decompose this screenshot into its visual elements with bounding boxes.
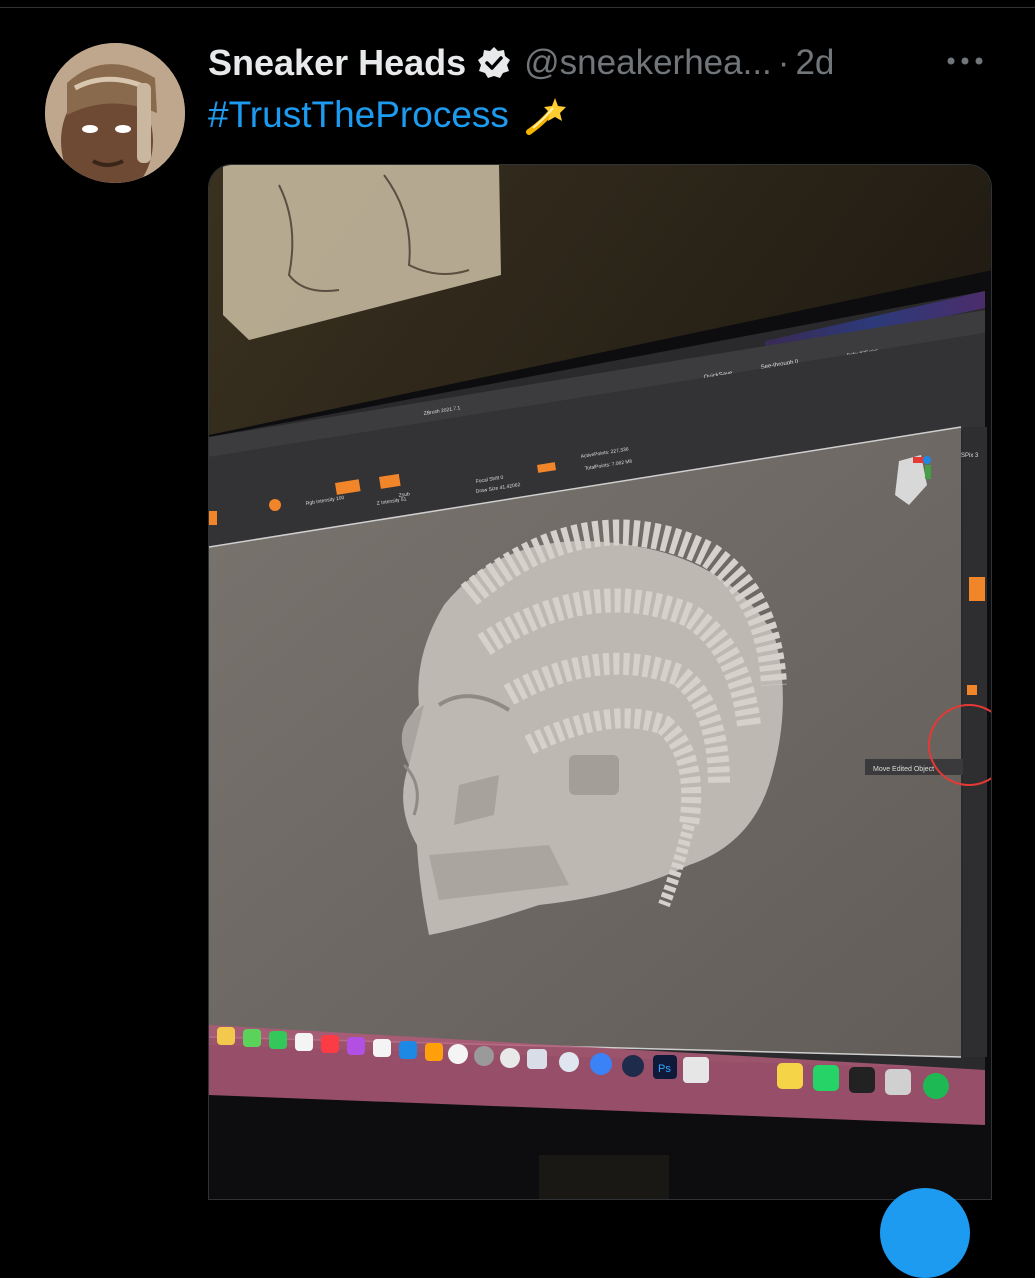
tweet-header: Sneaker Heads @sneakerhea... · 2d xyxy=(208,38,834,88)
draw-brush-icon[interactable] xyxy=(269,499,281,511)
dock-zbrush-icon[interactable] xyxy=(683,1057,709,1083)
monitor-screen: ZBrush 2021.7.1 Edit File Layer Light Ma… xyxy=(209,291,991,1125)
dock-facetime-icon[interactable] xyxy=(269,1031,287,1049)
right-tool-button-2[interactable] xyxy=(967,685,977,695)
separator-dot: · xyxy=(777,43,790,82)
dock-chrome-icon[interactable] xyxy=(448,1044,468,1064)
timestamp[interactable]: 2d xyxy=(795,43,834,83)
dock-photos-icon[interactable] xyxy=(217,1027,235,1045)
dock-preview-icon[interactable] xyxy=(527,1049,547,1069)
hashtag-link[interactable]: #TrustTheProcess xyxy=(208,94,509,136)
dock-calendar-icon[interactable] xyxy=(295,1033,313,1051)
dock-messages-icon[interactable] xyxy=(243,1029,261,1047)
dock-appstore-icon[interactable] xyxy=(399,1041,417,1059)
dock-shazam-icon[interactable] xyxy=(590,1053,612,1075)
more-horizontal-icon[interactable] xyxy=(944,46,986,76)
top-divider xyxy=(0,7,1035,8)
dock-books-icon[interactable] xyxy=(425,1043,443,1061)
left-tool-button[interactable] xyxy=(209,511,217,525)
dock-podcasts-icon[interactable] xyxy=(347,1037,365,1055)
right-active-tool-button[interactable] xyxy=(969,577,985,601)
display-name[interactable]: Sneaker Heads xyxy=(208,42,466,84)
spix-readout: SPix 3 xyxy=(961,453,979,459)
dock-zbrush2-icon[interactable] xyxy=(885,1069,911,1095)
dock-photoshop-label: Ps xyxy=(658,1063,671,1075)
dock-settings-icon[interactable] xyxy=(474,1046,494,1066)
tweet-media-photo[interactable]: ZBrush 2021.7.1 Edit File Layer Light Ma… xyxy=(208,164,992,1200)
tooltip-text: Move Edited Object xyxy=(873,766,934,773)
dock-pixelmator-icon[interactable] xyxy=(500,1048,520,1068)
dock-safari-icon[interactable] xyxy=(559,1052,579,1072)
compose-fab-button[interactable] xyxy=(880,1188,970,1278)
monitor-stand xyxy=(539,1155,669,1199)
dock-cinema4d-icon[interactable] xyxy=(622,1055,644,1077)
avatar[interactable] xyxy=(45,43,185,183)
tweet-text: #TrustTheProcess xyxy=(208,92,569,138)
dock-terminal-icon[interactable] xyxy=(849,1067,875,1093)
handle[interactable]: @sneakerhea... xyxy=(524,43,772,83)
dock-notes-icon[interactable] xyxy=(777,1063,803,1089)
right-tool-column xyxy=(963,427,987,1057)
dock-spotify-icon[interactable] xyxy=(923,1073,949,1099)
dock-tv-icon[interactable] xyxy=(373,1039,391,1057)
dock-music-icon[interactable] xyxy=(321,1035,339,1053)
dock-whatsapp-icon[interactable] xyxy=(813,1065,839,1091)
dizzy-emoji-icon xyxy=(523,92,569,138)
verified-badge-icon xyxy=(476,45,512,81)
